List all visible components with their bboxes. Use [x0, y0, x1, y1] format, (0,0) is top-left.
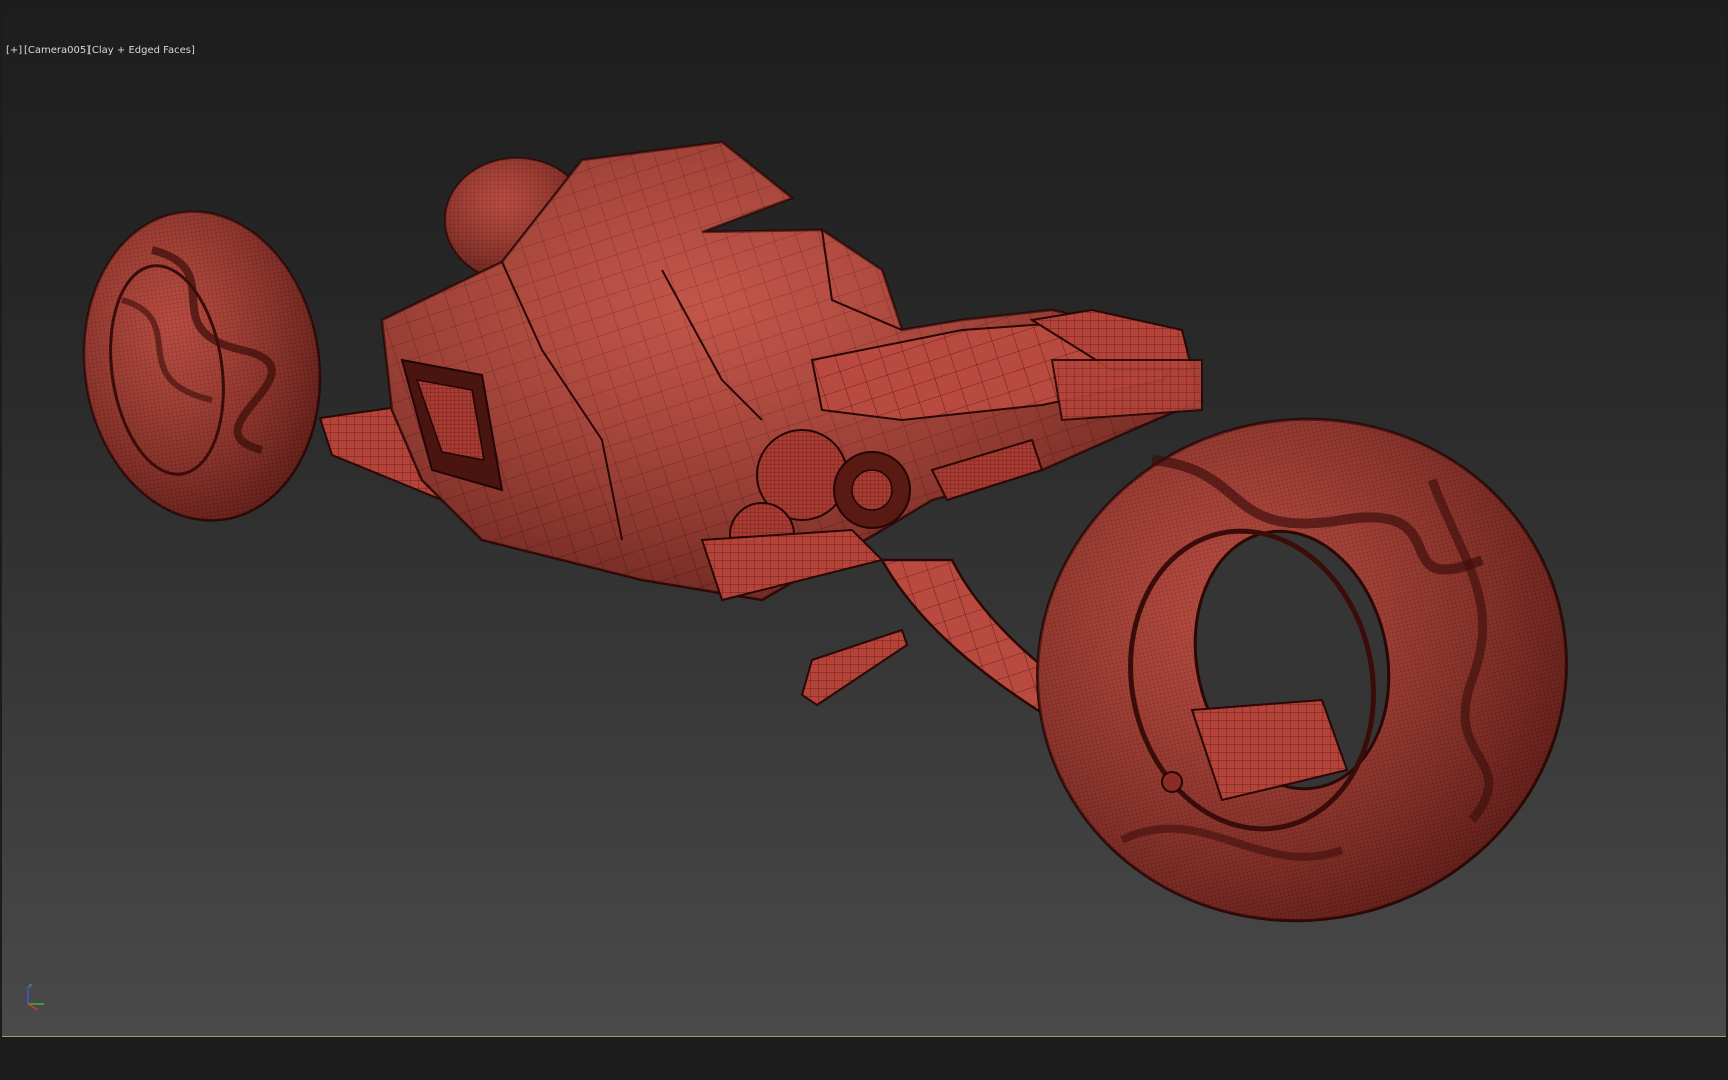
motorcycle-model[interactable] [2, 0, 1726, 1036]
app-window: [+] [Camera005] [Clay + Edged Faces] z [0, 0, 1728, 1080]
3d-viewport[interactable]: [+] [Camera005] [Clay + Edged Faces] z [2, 0, 1726, 1036]
axis-gizmo-icon: z [27, 983, 44, 1011]
kickstand [800, 628, 909, 707]
bottom-bar [0, 1037, 1728, 1080]
rear-wheel [1036, 417, 1568, 923]
front-wheel [82, 210, 322, 522]
gizmo-z-label: z [29, 983, 32, 989]
